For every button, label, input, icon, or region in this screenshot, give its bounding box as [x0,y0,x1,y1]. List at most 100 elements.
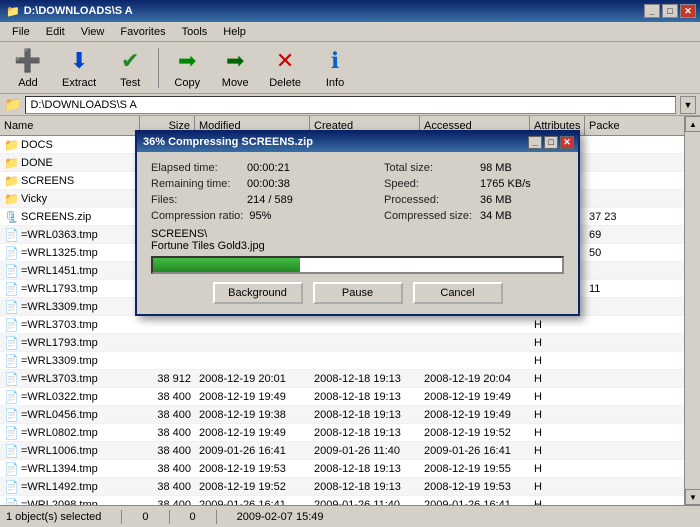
menu-tools[interactable]: Tools [174,24,216,40]
file-name-cell: 📄 =WRL1793.tmp [0,280,140,297]
list-item[interactable]: 📄 =WRL3703.tmp H [0,316,700,334]
list-item[interactable]: 📄 =WRL1394.tmp 38 400 2008-12-19 19:53 2… [0,460,700,478]
address-dropdown[interactable]: ▼ [680,96,696,114]
file-packed-cell [585,406,700,423]
file-created-cell: 2009-01-26 11:40 [310,442,420,459]
col-packed[interactable]: Packe [585,116,700,135]
scrollbar[interactable]: ▲ ▼ [684,116,700,505]
menu-file[interactable]: File [4,24,38,40]
list-item[interactable]: 📄 =WRL1793.tmp H [0,334,700,352]
list-item[interactable]: 📄 =WRL3703.tmp 38 912 2008-12-19 20:01 2… [0,370,700,388]
minimize-button[interactable]: _ [644,4,660,18]
file-created-cell [310,352,420,369]
move-label: Move [222,77,249,89]
file-created-cell: 2008-12-18 19:13 [310,370,420,387]
file-packed-cell [585,352,700,369]
file-type-icon: 🗜 [4,210,18,224]
scroll-up-button[interactable]: ▲ [685,116,700,132]
file-accessed-cell: 2008-12-19 20:04 [420,370,530,387]
menu-help[interactable]: Help [215,24,254,40]
list-item[interactable]: 📄 =WRL1492.tmp 38 400 2008-12-19 19:52 2… [0,478,700,496]
compress-dialog: 36% Compressing SCREENS.zip _ □ ✕ Elapse… [135,130,580,316]
background-button[interactable]: Background [213,282,303,304]
progress-bar-container [151,256,564,274]
info-button[interactable]: ℹ Info [313,45,357,91]
dialog-maximize-button[interactable]: □ [544,136,558,149]
file-accessed-cell [420,334,530,351]
menu-view[interactable]: View [73,24,113,40]
test-button[interactable]: ✔ Test [108,45,152,91]
file-packed-cell [585,442,700,459]
status-selection: 1 object(s) selected [6,511,101,523]
address-input[interactable] [25,96,676,114]
file-size-cell: 38 400 [140,388,195,405]
filename: =WRL3309.tmp [21,301,98,313]
file-modified-cell: 2008-12-19 19:49 [195,388,310,405]
processed-value: 36 MB [480,194,512,206]
file-name-cell: 📁 DOCS [0,136,140,153]
filename: =WRL1793.tmp [21,283,98,295]
copy-button[interactable]: ➡ Copy [165,45,209,91]
filename: =WRL3703.tmp [21,319,98,331]
filename: =WRL1006.tmp [21,445,98,457]
delete-button[interactable]: ✕ Delete [261,45,309,91]
col-name[interactable]: Name [0,116,140,135]
list-item[interactable]: 📄 =WRL3309.tmp H [0,352,700,370]
file-modified-cell [195,352,310,369]
file-type-icon: 📄 [4,408,18,422]
dialog-close-button[interactable]: ✕ [560,136,574,149]
file-name-cell: 📄 =WRL0802.tmp [0,424,140,441]
file-packed-cell: 11 [585,280,700,297]
filename: =WRL1793.tmp [21,337,98,349]
file-type-icon: 📄 [4,426,18,440]
elapsed-label: Elapsed time: [151,162,241,174]
copy-label: Copy [174,77,200,89]
file-accessed-cell: 2008-12-19 19:53 [420,478,530,495]
file-type-icon: 📄 [4,282,18,296]
extract-button[interactable]: ⬇ Extract [54,45,104,91]
filename: =WRL0363.tmp [21,229,98,241]
remaining-value: 00:00:38 [247,178,290,190]
file-name-cell: 📄 =WRL1492.tmp [0,478,140,495]
pause-button[interactable]: Pause [313,282,403,304]
file-size-cell: 38 400 [140,460,195,477]
move-button[interactable]: ➡ Move [213,45,257,91]
file-type-icon: 📄 [4,498,18,506]
file-packed-cell [585,478,700,495]
file-accessed-cell: 2008-12-19 19:49 [420,388,530,405]
add-button[interactable]: ➕ Add [6,45,50,91]
dir-name: SCREENS\ [151,228,564,240]
file-packed-cell [585,154,700,171]
list-item[interactable]: 📄 =WRL2098.tmp 38 400 2009-01-26 16:41 2… [0,496,700,505]
toolbar-separator-1 [158,48,159,88]
test-label: Test [120,77,140,89]
menu-edit[interactable]: Edit [38,24,73,40]
list-item[interactable]: 📄 =WRL0456.tmp 38 400 2008-12-19 19:38 2… [0,406,700,424]
filename: DONE [21,157,53,169]
maximize-button[interactable]: □ [662,4,678,18]
add-label: Add [18,77,38,89]
list-item[interactable]: 📄 =WRL0322.tmp 38 400 2008-12-19 19:49 2… [0,388,700,406]
menu-favorites[interactable]: Favorites [112,24,173,40]
list-item[interactable]: 📄 =WRL0802.tmp 38 400 2008-12-19 19:49 2… [0,424,700,442]
list-item[interactable]: 📄 =WRL1006.tmp 38 400 2009-01-26 16:41 2… [0,442,700,460]
file-attr-cell: H [530,334,585,351]
processed-label: Processed: [384,194,474,206]
menu-bar: File Edit View Favorites Tools Help [0,22,700,42]
filename: =WRL1325.tmp [21,247,98,259]
filename: Vicky [21,193,47,205]
file-attr-cell: H [530,406,585,423]
file-created-cell: 2008-12-18 19:13 [310,460,420,477]
file-type-icon: 📄 [4,480,18,494]
file-created-cell: 2008-12-18 19:13 [310,406,420,423]
file-size-cell: 38 400 [140,478,195,495]
file-packed-cell [585,172,700,189]
file-created-cell: 2008-12-18 19:13 [310,424,420,441]
scroll-down-button[interactable]: ▼ [685,489,700,505]
address-folder-icon: 📁 [4,96,21,113]
move-icon: ➡ [221,47,249,75]
close-button[interactable]: ✕ [680,4,696,18]
dialog-minimize-button[interactable]: _ [528,136,542,149]
dialog-title: 36% Compressing SCREENS.zip [143,136,313,148]
cancel-button[interactable]: Cancel [413,282,503,304]
